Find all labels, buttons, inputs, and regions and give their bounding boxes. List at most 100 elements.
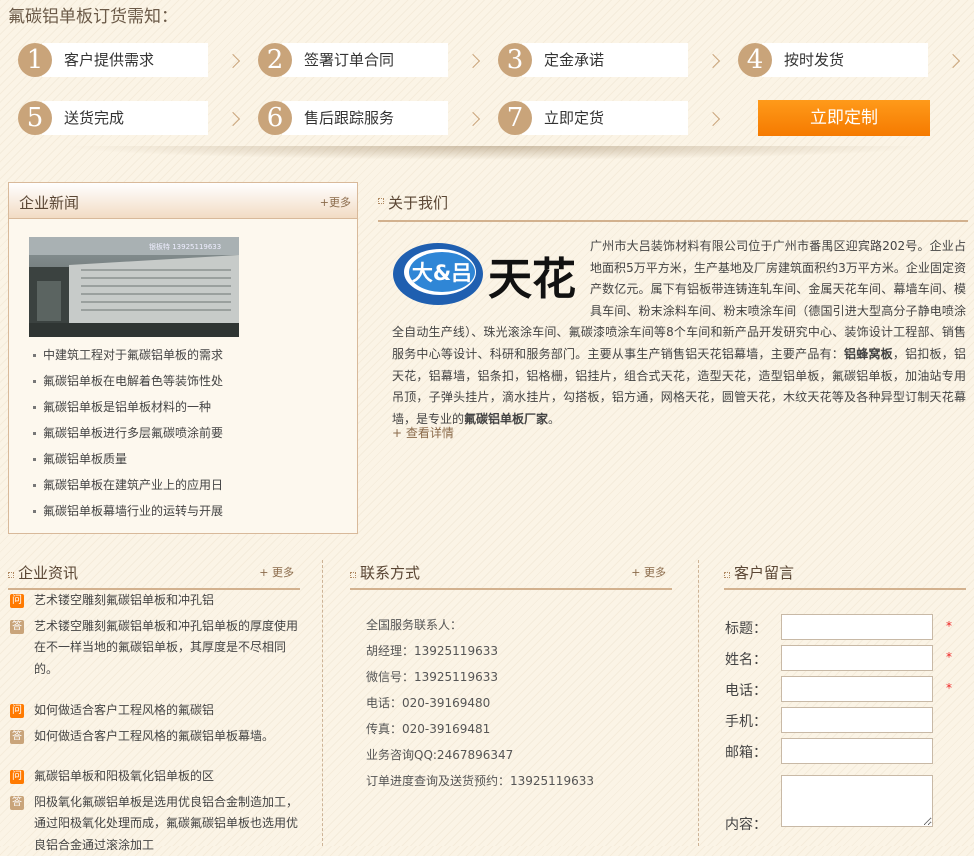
qa-item: 问如何做适合客户工程风格的氟碳铝 答如何做适合客户工程风格的氟碳铝单板幕墙。 (8, 700, 300, 747)
news-item[interactable]: 氟碳铝单板质量 (31, 449, 223, 475)
question-text: 氟碳铝单板和阳极氧化铝单板的区 (34, 769, 215, 783)
chevron-right-icon (705, 53, 721, 69)
question-badge: 问 (10, 594, 24, 608)
news-item[interactable]: 氟碳铝单板幕墙行业的运转与开展 (31, 501, 223, 527)
factory-photo: 银板特 13925119633 (29, 237, 239, 337)
info-more-link[interactable]: + 更多 (259, 564, 294, 580)
logo-mark: 大&吕 天花 (393, 243, 576, 305)
about-text-3: 。 (548, 411, 561, 426)
contact-line: 微信号：13925119633 (366, 670, 498, 684)
answer-row: 答阳极氧化氟碳铝单板是选用优良铝合金制造加工，通过阳极氧化处理而成，氟碳氟碳铝单… (8, 792, 300, 856)
news-more-link[interactable]: +更多 (320, 194, 351, 210)
answer-badge: 答 (10, 729, 24, 744)
step-number: 2 (258, 43, 292, 77)
required-mark: * (946, 619, 952, 633)
news-image[interactable]: 银板特 13925119633 (29, 237, 239, 337)
chevron-right-icon (225, 53, 241, 69)
news-header: 企业新闻 +更多 (9, 183, 357, 219)
contact-more-link[interactable]: + 更多 (631, 564, 666, 580)
contact-details: 全国服务联系人： 胡经理：13925119633 微信号：13925119633… (366, 612, 594, 794)
contact-header: 联系方式 + 更多 (350, 560, 672, 590)
about-more-link[interactable]: + 查看详情 (392, 424, 454, 441)
qa-item: 问氟碳铝单板和阳极氧化铝单板的区 答阳极氧化氟碳铝单板是选用优良铝合金制造加工，… (8, 766, 300, 856)
section-marker-icon (724, 572, 730, 578)
page-title: 氟碳铝单板订货需知： (8, 7, 178, 27)
step-number: 7 (498, 101, 532, 135)
info-header: 企业资讯 + 更多 (8, 560, 300, 590)
question-badge: 问 (10, 770, 24, 784)
news-panel: 企业新闻 +更多 银板特 13925119633 中建筑工程对于氟碳铝单板的需求… (8, 182, 358, 534)
news-item[interactable]: 氟碳铝单板进行多层氟碳喷涂前要 (31, 423, 223, 449)
mobile-input[interactable] (781, 707, 933, 733)
required-mark: * (946, 681, 952, 695)
chevron-right-icon (465, 111, 481, 127)
section-marker-icon (378, 198, 384, 204)
news-item[interactable]: 氟碳铝单板在电解着色等装饰性处 (31, 371, 223, 397)
title-input[interactable] (781, 614, 933, 640)
email-input[interactable] (781, 738, 933, 764)
step-label: 签署订单合同 (282, 43, 448, 77)
question-text: 艺术镂空雕刻氟碳铝单板和冲孔铝 (34, 593, 215, 607)
answer-badge: 答 (10, 619, 24, 634)
news-title: 企业新闻 (19, 194, 80, 212)
answer-row: 答如何做适合客户工程风格的氟碳铝单板幕墙。 (8, 726, 300, 748)
question-row[interactable]: 问如何做适合客户工程风格的氟碳铝 (8, 700, 300, 722)
message-title: 客户留言 (734, 564, 795, 582)
section-marker-icon (8, 572, 14, 578)
news-item[interactable]: 中建筑工程对于氟碳铝单板的需求 (31, 345, 223, 371)
question-row[interactable]: 问艺术镂空雕刻氟碳铝单板和冲孔铝 (8, 590, 300, 612)
step-label: 送货完成 (42, 101, 208, 135)
about-title: 关于我们 (388, 194, 449, 212)
message-header: 客户留言 (724, 560, 966, 590)
required-mark: * (946, 650, 952, 664)
question-text: 如何做适合客户工程风格的氟碳铝 (34, 703, 215, 717)
news-item[interactable]: 氟碳铝单板在建筑产业上的应用日 (31, 475, 223, 501)
column-divider (322, 560, 323, 846)
step-label: 定金承诺 (522, 43, 688, 77)
section-marker-icon (350, 572, 356, 578)
name-label: 姓名： (725, 652, 767, 668)
step-label: 按时发货 (762, 43, 928, 77)
step-number: 1 (18, 43, 52, 77)
about-header: 关于我们 (378, 186, 968, 222)
qa-item: 问艺术镂空雕刻氟碳铝单板和冲孔铝 答艺术镂空雕刻氟碳铝单板和冲孔铝单板的厚度使用… (8, 590, 300, 680)
step-label: 立即定货 (522, 101, 688, 135)
chevron-right-icon (465, 53, 481, 69)
step-number: 3 (498, 43, 532, 77)
answer-text: 如何做适合客户工程风格的氟碳铝单板幕墙。 (34, 728, 275, 743)
contact-line: 订单进度查询及送货预约：13925119633 (366, 774, 594, 788)
photo-watermark: 银板特 13925119633 (149, 242, 221, 251)
about-bold-2: 氟碳铝单板厂家 (464, 411, 549, 426)
contact-line: 传真：020-39169481 (366, 722, 491, 736)
step-number: 5 (18, 101, 52, 135)
step-label: 客户提供需求 (42, 43, 208, 77)
phone-input[interactable] (781, 676, 933, 702)
contact-line: 胡经理：13925119633 (366, 644, 498, 658)
email-label: 邮箱： (725, 745, 767, 761)
contact-line: 业务咨询QQ:2467896347 (366, 748, 514, 762)
answer-text: 艺术镂空雕刻氟碳铝单板和冲孔铝单板的厚度使用在不一样当地的氟碳铝单板，其厚度是不… (34, 618, 299, 676)
step-number: 6 (258, 101, 292, 135)
mobile-label: 手机： (725, 714, 767, 730)
step-label: 售后跟踪服务 (282, 101, 448, 135)
column-divider (698, 560, 699, 846)
question-badge: 问 (10, 704, 24, 718)
about-bold-1: 铝蜂窝板 (844, 346, 893, 361)
contact-line: 全国服务联系人： (366, 618, 463, 632)
content-textarea[interactable] (781, 775, 933, 827)
chevron-right-icon (705, 111, 721, 127)
content-label: 内容： (725, 817, 767, 833)
news-item[interactable]: 氟碳铝单板是铝单板材料的一种 (31, 397, 223, 423)
answer-row: 答艺术镂空雕刻氟碳铝单板和冲孔铝单板的厚度使用在不一样当地的氟碳铝单板，其厚度是… (8, 616, 300, 681)
news-list: 中建筑工程对于氟碳铝单板的需求 氟碳铝单板在电解着色等装饰性处 氟碳铝单板是铝单… (31, 345, 223, 527)
question-row[interactable]: 问氟碳铝单板和阳极氧化铝单板的区 (8, 766, 300, 788)
logo-text: 大&吕 (412, 261, 472, 285)
title-label: 标题： (725, 621, 767, 637)
answer-badge: 答 (10, 795, 24, 810)
logo-brand: 天花 (488, 254, 576, 305)
contact-title: 联系方式 (360, 564, 421, 582)
name-input[interactable] (781, 645, 933, 671)
contact-line: 电话：020-39169480 (366, 696, 491, 710)
customize-now-button[interactable]: 立即定制 (758, 100, 930, 136)
answer-text: 阳极氧化氟碳铝单板是选用优良铝合金制造加工，通过阳极氧化处理而成，氟碳氟碳铝单板… (34, 794, 299, 852)
